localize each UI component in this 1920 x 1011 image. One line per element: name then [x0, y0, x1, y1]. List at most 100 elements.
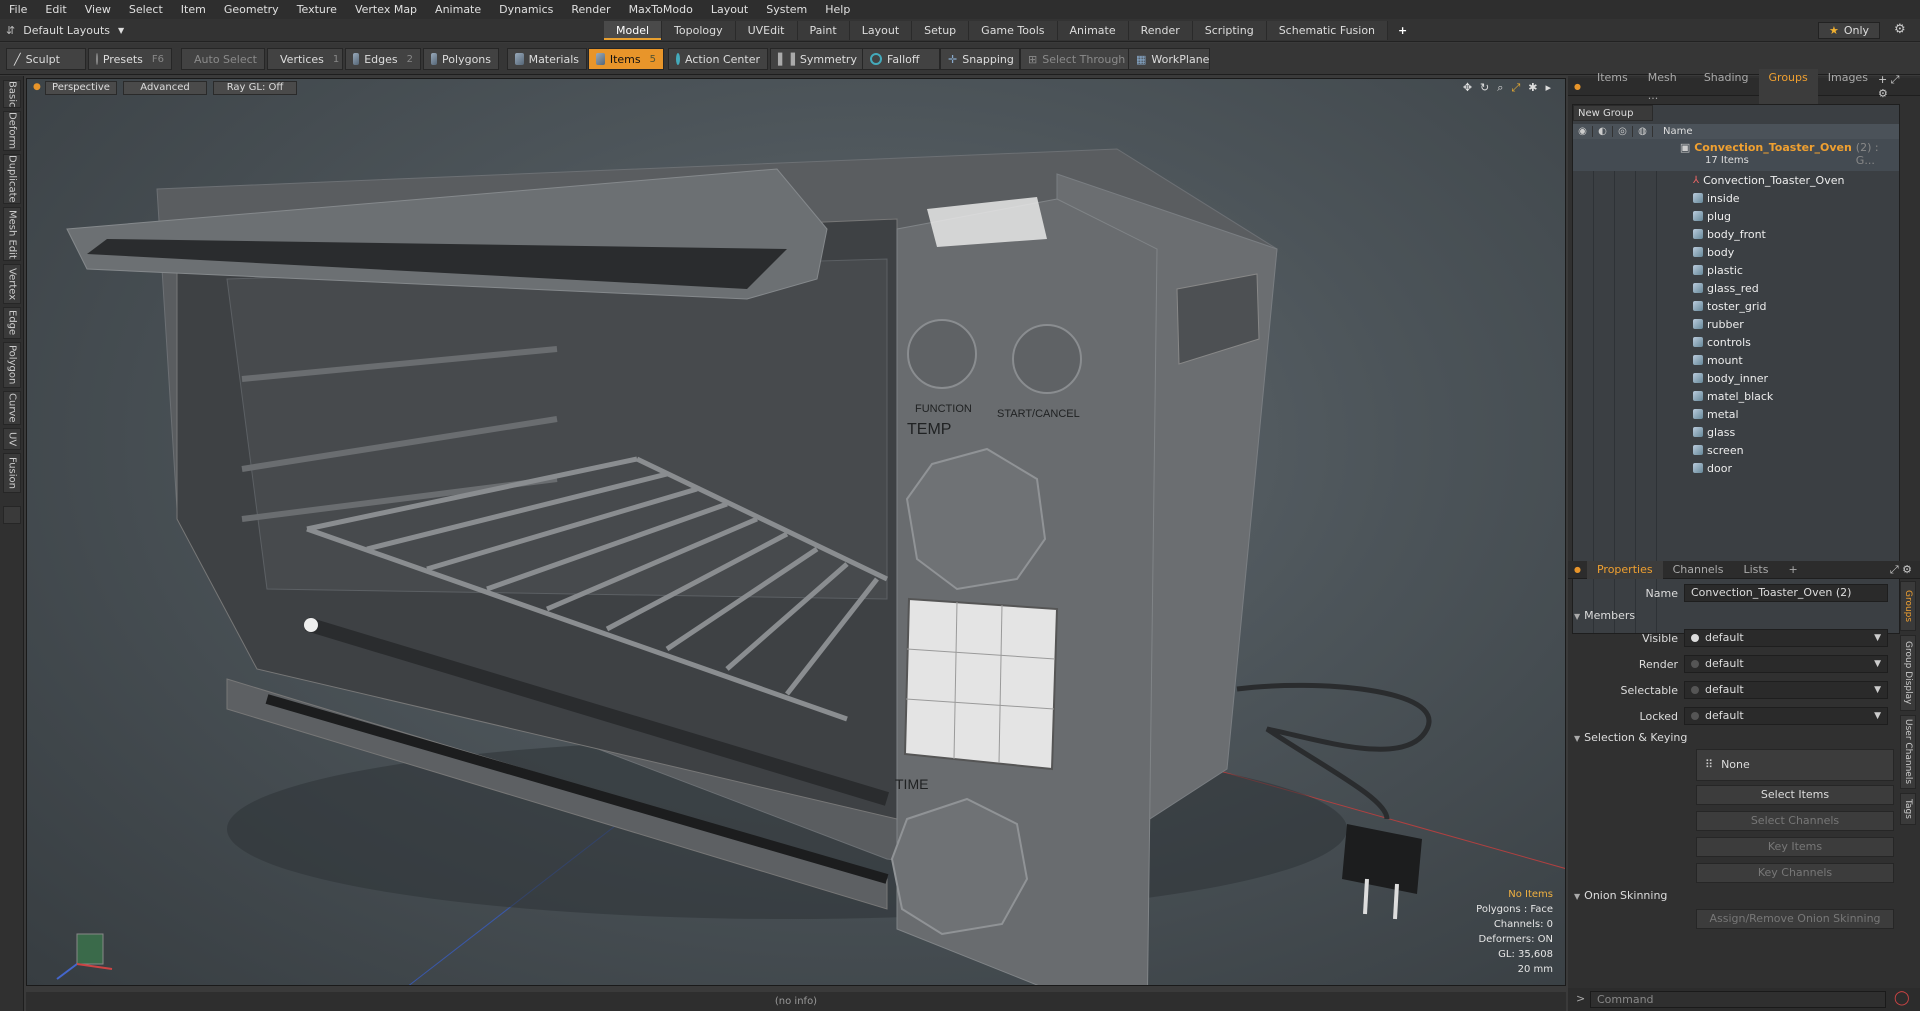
- tab-scripting[interactable]: Scripting: [1192, 21, 1267, 40]
- list-item[interactable]: toster_grid: [1573, 297, 1899, 315]
- render-dropdown[interactable]: default ▼: [1684, 655, 1888, 673]
- left-tab-polygon[interactable]: Polygon: [3, 342, 21, 388]
- add-props-tab-icon[interactable]: +: [1778, 561, 1807, 579]
- props-tab-channels[interactable]: Channels: [1663, 561, 1734, 579]
- onion-skinning-section[interactable]: ▼ Onion Skinning: [1574, 889, 1667, 902]
- add-tab-icon[interactable]: +: [1388, 21, 1417, 40]
- menu-item-select[interactable]: Select: [120, 0, 172, 19]
- render-icon[interactable]: ◐: [1593, 126, 1613, 137]
- tab-animate[interactable]: Animate: [1057, 21, 1129, 40]
- props-tab-properties[interactable]: Properties: [1586, 560, 1663, 579]
- lock-icon[interactable]: ◎: [1613, 126, 1633, 137]
- polygons-button[interactable]: Polygons: [423, 48, 499, 70]
- locked-dropdown[interactable]: default ▼: [1684, 707, 1888, 725]
- list-item[interactable]: screen: [1573, 441, 1899, 459]
- selectable-dropdown[interactable]: default ▼: [1684, 681, 1888, 699]
- left-tab-basic[interactable]: Basic: [3, 80, 21, 108]
- locator-row[interactable]: ⅄ Convection_Toaster_Oven: [1573, 171, 1899, 189]
- tab-game-tools[interactable]: Game Tools: [969, 21, 1058, 40]
- props-settings-icon[interactable]: ⤢ ⚙: [1890, 563, 1920, 577]
- menu-item-render[interactable]: Render: [562, 0, 619, 19]
- list-item[interactable]: controls: [1573, 333, 1899, 351]
- selection-keying-section[interactable]: ▼ Selection & Keying: [1574, 731, 1687, 744]
- menu-item-maxtomodo[interactable]: MaxToModo: [620, 0, 702, 19]
- snapping-button[interactable]: ✛ Snapping: [940, 48, 1020, 70]
- menu-item-file[interactable]: File: [0, 0, 36, 19]
- right-tab-images[interactable]: Images: [1818, 69, 1878, 105]
- items-button[interactable]: Items 5: [588, 48, 664, 70]
- tab-paint[interactable]: Paint: [797, 21, 850, 40]
- select-items-button[interactable]: Select Items: [1696, 785, 1894, 805]
- left-tab-edge[interactable]: Edge: [3, 307, 21, 339]
- select-icon[interactable]: ◍: [1633, 126, 1653, 137]
- left-tab-fusion[interactable]: Fusion: [3, 453, 21, 493]
- tab-uvedit[interactable]: UVEdit: [735, 21, 798, 40]
- menu-item-system[interactable]: System: [757, 0, 816, 19]
- list-item[interactable]: glass_red: [1573, 279, 1899, 297]
- none-button[interactable]: ⠿ None: [1696, 749, 1894, 781]
- select-channels-button[interactable]: Select Channels: [1696, 811, 1894, 831]
- right-tab-groups[interactable]: Groups: [1758, 68, 1818, 105]
- list-item[interactable]: plastic: [1573, 261, 1899, 279]
- vtab-user-channels[interactable]: User Channels: [1900, 715, 1916, 789]
- workplane-button[interactable]: ▦ WorkPlane: [1128, 48, 1210, 70]
- tab-setup[interactable]: Setup: [912, 21, 970, 40]
- vtab-tags[interactable]: Tags: [1900, 793, 1916, 825]
- list-item[interactable]: metal: [1573, 405, 1899, 423]
- list-item[interactable]: matel_black: [1573, 387, 1899, 405]
- vtab-groups[interactable]: Groups: [1900, 581, 1916, 631]
- materials-button[interactable]: Materials: [507, 48, 587, 70]
- menu-item-vertex-map[interactable]: Vertex Map: [346, 0, 426, 19]
- list-item[interactable]: body: [1573, 243, 1899, 261]
- props-tab-lists[interactable]: Lists: [1733, 561, 1778, 579]
- record-icon[interactable]: ◯: [1894, 990, 1910, 1006]
- vtab-group-display[interactable]: Group Display: [1900, 635, 1916, 711]
- gear-icon[interactable]: ⚙: [1894, 22, 1906, 37]
- name-field[interactable]: Convection_Toaster_Oven (2): [1684, 584, 1888, 602]
- list-item[interactable]: inside: [1573, 189, 1899, 207]
- right-tab-mesh-[interactable]: Mesh ...: [1638, 69, 1694, 105]
- add-tab-icon[interactable]: + ⤢ ⚙: [1878, 73, 1920, 100]
- sculpt-button[interactable]: ╱ Sculpt: [6, 48, 86, 70]
- menu-item-texture[interactable]: Texture: [288, 0, 346, 19]
- left-tab-toggle[interactable]: [3, 506, 21, 524]
- list-item[interactable]: rubber: [1573, 315, 1899, 333]
- key-items-button[interactable]: Key Items: [1696, 837, 1894, 857]
- menu-item-animate[interactable]: Animate: [426, 0, 490, 19]
- list-item[interactable]: body_inner: [1573, 369, 1899, 387]
- edges-button[interactable]: Edges 2: [345, 48, 421, 70]
- symmetry-button[interactable]: ▌▐ Symmetry: [770, 48, 866, 70]
- list-item[interactable]: door: [1573, 459, 1899, 477]
- list-item[interactable]: mount: [1573, 351, 1899, 369]
- eye-icon[interactable]: ◉: [1573, 126, 1593, 137]
- tab-layout[interactable]: Layout: [849, 21, 913, 40]
- key-channels-button[interactable]: Key Channels: [1696, 863, 1894, 883]
- presets-button[interactable]: Presets F6: [88, 48, 172, 70]
- left-tab-mesh-edit[interactable]: Mesh Edit: [3, 207, 21, 261]
- left-tab-uv[interactable]: UV: [3, 428, 21, 450]
- left-tab-duplicate[interactable]: Duplicate: [3, 154, 21, 204]
- group-row[interactable]: ▣ Convection_Toaster_Oven (2) : G... 17 …: [1573, 139, 1899, 171]
- visible-dropdown[interactable]: default ▼: [1684, 629, 1888, 647]
- only-button[interactable]: ★ Only: [1818, 22, 1880, 39]
- right-tab-shading[interactable]: Shading: [1694, 69, 1759, 105]
- menu-item-dynamics[interactable]: Dynamics: [490, 0, 562, 19]
- left-tab-curve[interactable]: Curve: [3, 391, 21, 425]
- menu-item-view[interactable]: View: [76, 0, 120, 19]
- left-tab-vertex[interactable]: Vertex: [3, 264, 21, 304]
- menu-item-geometry[interactable]: Geometry: [215, 0, 288, 19]
- vertices-button[interactable]: Vertices 1: [267, 48, 343, 70]
- falloff-button[interactable]: Falloff: [862, 48, 940, 70]
- tab-topology[interactable]: Topology: [662, 21, 736, 40]
- tab-schematic-fusion[interactable]: Schematic Fusion: [1266, 21, 1389, 40]
- action-center-button[interactable]: Action Center: [668, 48, 768, 70]
- right-tab-items[interactable]: Items: [1587, 69, 1638, 105]
- tab-render[interactable]: Render: [1128, 21, 1193, 40]
- 3d-viewport[interactable]: ● Perspective Advanced Ray GL: Off ✥ ↻ ⌕…: [26, 78, 1566, 986]
- list-item[interactable]: plug: [1573, 207, 1899, 225]
- menu-item-help[interactable]: Help: [816, 0, 859, 19]
- list-item[interactable]: glass: [1573, 423, 1899, 441]
- select-through-button[interactable]: ⊞ Select Through: [1020, 48, 1130, 70]
- menu-item-edit[interactable]: Edit: [36, 0, 75, 19]
- menu-item-layout[interactable]: Layout: [702, 0, 757, 19]
